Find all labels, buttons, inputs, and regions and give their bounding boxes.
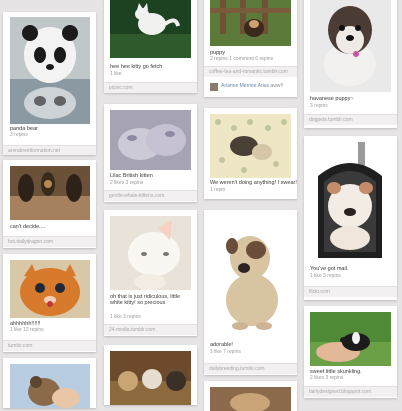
pin-stats: 3 repins [310, 103, 328, 109]
pin-card-puppy-fence[interactable]: puppy 2 repins 1 comment 6 repins coffee… [204, 0, 297, 97]
pin-source-footer[interactable]: dailybreeding.tumblr.com [204, 363, 297, 374]
pin-card-bulldog-mailbox[interactable]: You've got mail. 1 like 3 repins flickr.… [304, 136, 397, 300]
pin-source-link[interactable]: gentle-whale-kittens.com [109, 193, 164, 199]
pin-source-link[interactable]: dogpets.tumblr.com [309, 117, 353, 123]
pin-stats: 3 repins [10, 132, 28, 138]
pin-description: hee hee kitty go fetch [110, 64, 163, 70]
pin-card-panda[interactable]: panda bear 3 repins arerabreinformation.… [3, 12, 96, 155]
pin-image-bulldog-mailbox[interactable] [310, 142, 391, 262]
pin-source-footer[interactable]: dogpets.tumblr.com [304, 114, 397, 125]
pin-source-footer[interactable]: 24.media.tumblr.com [104, 324, 197, 335]
pin-image-kitten-hand[interactable] [10, 364, 90, 408]
pin-description: We weren't doing anything! I swear! [210, 180, 297, 186]
pin-card-orange-kitten[interactable]: ahhhhhh!!!!!! 1 like 12 repins tumblr.co… [3, 254, 96, 352]
pin-source-link[interactable]: fairlydesigned.blogspot.com [309, 389, 371, 395]
via-avatar[interactable] [210, 83, 218, 91]
pin-source-link[interactable]: tumblr.com [8, 343, 32, 349]
pin-card-white-kitty[interactable]: oh that is just ridiculous, little white… [104, 210, 197, 336]
pin-stats: 1 repin [210, 187, 226, 193]
pin-card-bottom-col3[interactable] [204, 381, 297, 411]
pin-description: adorable! [210, 342, 233, 348]
pin-description: You've got mail. [310, 266, 349, 272]
pin-description: oh that is just ridiculous, little white… [110, 294, 181, 306]
pin-image-werent-doing[interactable] [210, 114, 291, 178]
pin-stats: 1 like [110, 71, 122, 77]
pin-source-link[interactable]: 24.media.tumblr.com [109, 327, 155, 333]
pin-image-havanese[interactable] [310, 0, 391, 92]
pin-source-link[interactable]: arerabreinformation.net [8, 148, 60, 154]
pin-image-skunk[interactable] [310, 312, 391, 366]
pin-stats: 2 likes 3 repins [110, 180, 144, 186]
via-attribution: Arianne Merriee Arias aww!! [221, 83, 283, 89]
pin-stats: 1 like 12 repins [10, 327, 44, 333]
pin-source-footer[interactable]: gentle-whale-kittens.com [104, 190, 197, 201]
pin-description: Lilac British kitten [110, 173, 153, 179]
pin-source-footer[interactable]: coffee-tea-and-romantic.tumblr.com [204, 66, 297, 77]
pin-card-kittens-basket[interactable] [104, 345, 197, 405]
pin-image-bulldog-adorable[interactable] [210, 216, 291, 338]
pin-image-lilac-kitten[interactable] [110, 110, 191, 170]
pin-image-panda[interactable] [10, 17, 90, 124]
pin-description: can't decide.... [10, 224, 46, 230]
pin-description: havanese puppy~ [310, 96, 354, 102]
pin-card-kitty-go-fetch[interactable]: hee hee kitty go fetch 1 like picnic.com [104, 0, 197, 93]
pin-stats: 1 like 7 repins [210, 349, 241, 355]
pin-source-link[interactable]: hot.dailydragon.com [8, 239, 53, 245]
pin-stats: 2 repins 1 comment 6 repins [210, 56, 274, 62]
pin-stats: 1 like 3 repins [310, 273, 341, 279]
pin-source-footer[interactable]: arerabreinformation.net [3, 145, 96, 155]
pin-card-lilac-kitten[interactable]: Lilac British kitten 2 likes 3 repins ge… [104, 104, 197, 202]
pin-source-footer[interactable]: hot.dailydragon.com [3, 236, 96, 247]
pin-card-skunk[interactable]: sweet little skunkling. 2 likes 3 repins… [304, 306, 397, 398]
pin-source-link[interactable]: dailybreeding.tumblr.com [209, 366, 265, 372]
pin-stats: 1 like 3 repins [110, 314, 141, 320]
pin-image-bottom-col3[interactable] [210, 387, 291, 411]
pin-card-havanese[interactable]: havanese puppy~ 3 repins dogpets.tumblr.… [304, 0, 397, 128]
pin-card-cant-decide[interactable]: can't decide.... hot.dailydragon.com [3, 160, 96, 248]
pin-source-link[interactable]: flickr.com [309, 289, 330, 295]
pin-card-kitten-hand[interactable] [3, 358, 96, 408]
pin-card-bulldog-adorable[interactable]: adorable! 1 like 7 repins dailybreeding.… [204, 210, 297, 375]
pin-image-orange-kitten[interactable] [10, 260, 90, 318]
pin-image-puppy-fence[interactable] [210, 0, 291, 46]
pin-source-link[interactable]: picnic.com [109, 85, 133, 91]
pin-card-werent-doing[interactable]: We weren't doing anything! I swear! 1 re… [204, 108, 297, 199]
pin-source-footer[interactable]: fairlydesigned.blogspot.com [304, 386, 397, 397]
pin-source-footer[interactable]: flickr.com [304, 286, 397, 297]
pin-image-kitty-go-fetch[interactable] [110, 0, 191, 58]
pin-stats: 2 likes 3 repins [310, 375, 344, 381]
via-text: aww!! [270, 83, 284, 89]
pin-image-cant-decide[interactable] [10, 166, 90, 220]
pin-source-footer[interactable]: picnic.com [104, 82, 197, 93]
pin-image-white-kitty[interactable] [110, 216, 191, 290]
pin-source-footer[interactable]: tumblr.com [3, 340, 96, 351]
pin-image-kittens-basket[interactable] [110, 351, 191, 405]
pin-source-link[interactable]: coffee-tea-and-romantic.tumblr.com [209, 69, 288, 75]
via-user-link[interactable]: Arianne Merriee Arias [221, 83, 269, 89]
